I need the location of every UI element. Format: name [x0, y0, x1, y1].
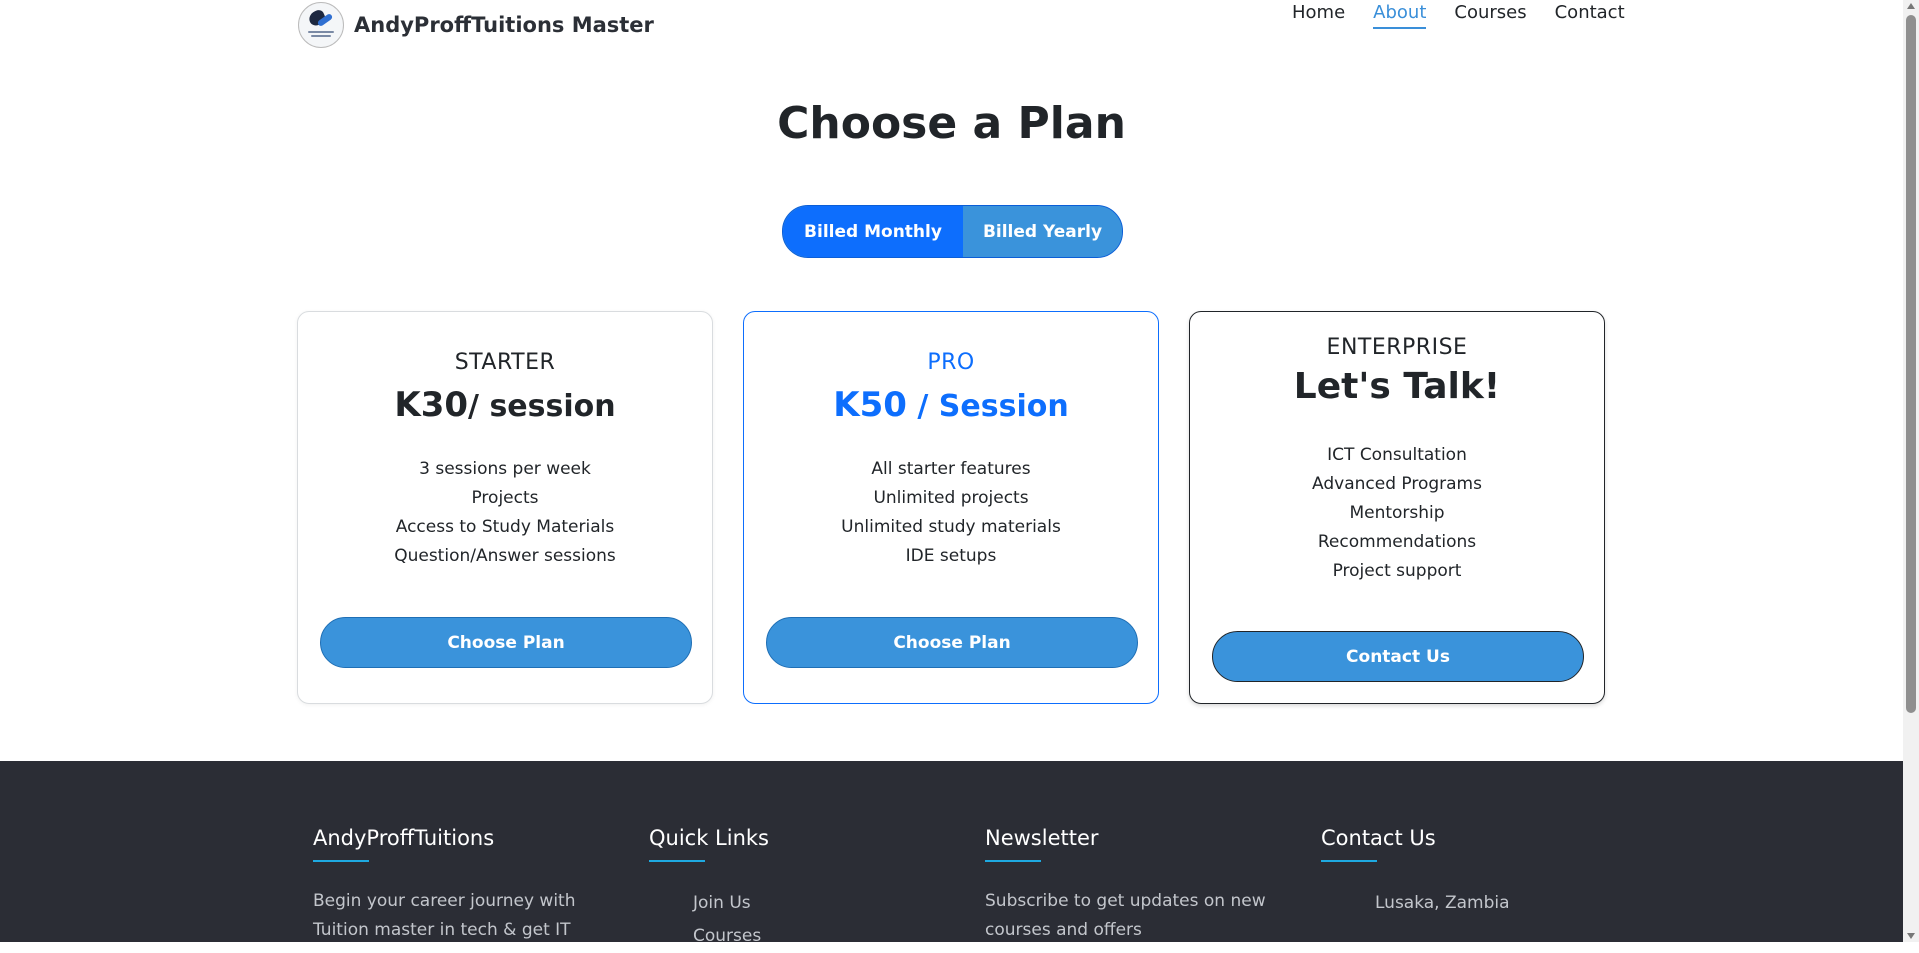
plan-price: K50 / Session: [744, 385, 1158, 425]
footer-about-title: AndyProffTuitions: [313, 826, 495, 850]
plan-feature: Recommendations: [1317, 532, 1477, 552]
plan-feature: Advanced Programs: [1312, 474, 1482, 494]
nav-link-contact[interactable]: Contact: [1555, 2, 1625, 29]
plan-price-period: / Session: [906, 389, 1069, 424]
footer-contact-title: Contact Us: [1321, 826, 1436, 850]
scrollbar-thumb[interactable]: [1906, 15, 1916, 713]
plan-feature: Mentorship: [1349, 503, 1445, 523]
nav-link-about[interactable]: About: [1373, 2, 1427, 29]
plan-price: Let's Talk!: [1293, 366, 1501, 407]
billed-monthly-button[interactable]: Billed Monthly: [783, 206, 963, 257]
plan-feature: 3 sessions per week: [419, 459, 591, 479]
vertical-scrollbar[interactable]: [1903, 0, 1919, 942]
plan-feature: Projects: [471, 488, 539, 508]
plan-card-pro: PRO K50 / Session All starter features U…: [743, 311, 1159, 704]
brand-logo-icon: [298, 2, 344, 48]
footer-about: AndyProffTuitions Begin your career jour…: [313, 826, 613, 945]
scroll-up-arrow-icon[interactable]: [1907, 3, 1915, 9]
footer-divider: [313, 860, 369, 862]
billing-toggle: Billed Monthly Billed Yearly: [782, 205, 1123, 258]
footer-newsletter: Newsletter Subscribe to get updates on n…: [985, 826, 1275, 945]
navbar: AndyProffTuitions Master Home About Cour…: [0, 0, 1903, 48]
footer-link-join-us[interactable]: Join Us: [693, 887, 949, 920]
plan-feature: IDE setups: [905, 546, 997, 566]
choose-plan-button-starter[interactable]: Choose Plan: [320, 617, 692, 668]
nav-link-courses[interactable]: Courses: [1454, 2, 1526, 29]
choose-plan-button-pro[interactable]: Choose Plan: [766, 617, 1138, 668]
footer-divider: [985, 860, 1041, 862]
footer-quick-links: Quick Links Join Us Courses: [649, 826, 949, 953]
plan-feature: Project support: [1332, 561, 1462, 581]
plan-features: ICT Consultation Advanced Programs Mento…: [1190, 441, 1604, 586]
page-title: Choose a Plan: [777, 98, 1126, 149]
plan-tier: STARTER: [454, 350, 556, 375]
plan-feature: ICT Consultation: [1327, 445, 1467, 465]
scroll-down-arrow-icon[interactable]: [1907, 933, 1915, 939]
plan-price: K30/ session: [298, 385, 712, 425]
footer-divider: [1321, 860, 1377, 862]
nav-link-home[interactable]: Home: [1292, 2, 1345, 29]
footer-newsletter-title: Newsletter: [985, 826, 1099, 850]
footer-link-courses[interactable]: Courses: [693, 920, 949, 953]
plan-price-period: / session: [468, 389, 616, 424]
brand[interactable]: AndyProffTuitions Master: [298, 2, 654, 48]
plan-tier: ENTERPRISE: [1326, 335, 1468, 360]
plan-feature: All starter features: [871, 459, 1031, 479]
plan-feature: Access to Study Materials: [395, 517, 615, 537]
plan-features: All starter features Unlimited projects …: [744, 455, 1158, 571]
brand-name: AndyProffTuitions Master: [354, 13, 654, 37]
plan-card-starter: STARTER K30/ session 3 sessions per week…: [297, 311, 713, 704]
plan-price-amount: K50: [833, 385, 907, 425]
plan-price-amount: K30: [394, 385, 469, 425]
plan-feature: Unlimited projects: [873, 488, 1029, 508]
contact-us-button[interactable]: Contact Us: [1212, 631, 1584, 682]
footer-contact: Contact Us Lusaka, Zambia: [1321, 826, 1621, 920]
footer-quick-links-title: Quick Links: [649, 826, 770, 850]
footer-newsletter-text: Subscribe to get updates on new courses …: [985, 891, 1266, 940]
footer-divider: [649, 860, 705, 862]
footer-about-text: Begin your career journey with Tuition m…: [313, 891, 576, 940]
footer-contact-location: Lusaka, Zambia: [1375, 893, 1510, 913]
plan-feature: Unlimited study materials: [841, 517, 1061, 537]
footer: AndyProffTuitions Begin your career jour…: [0, 761, 1903, 946]
plan-card-enterprise: ENTERPRISE Let's Talk! ICT Consultation …: [1189, 311, 1605, 704]
plan-tier: PRO: [927, 350, 975, 375]
billed-yearly-button[interactable]: Billed Yearly: [963, 206, 1122, 257]
main-nav: Home About Courses Contact: [1292, 2, 1625, 29]
plan-feature: Question/Answer sessions: [394, 546, 616, 566]
plan-features: 3 sessions per week Projects Access to S…: [298, 455, 712, 571]
